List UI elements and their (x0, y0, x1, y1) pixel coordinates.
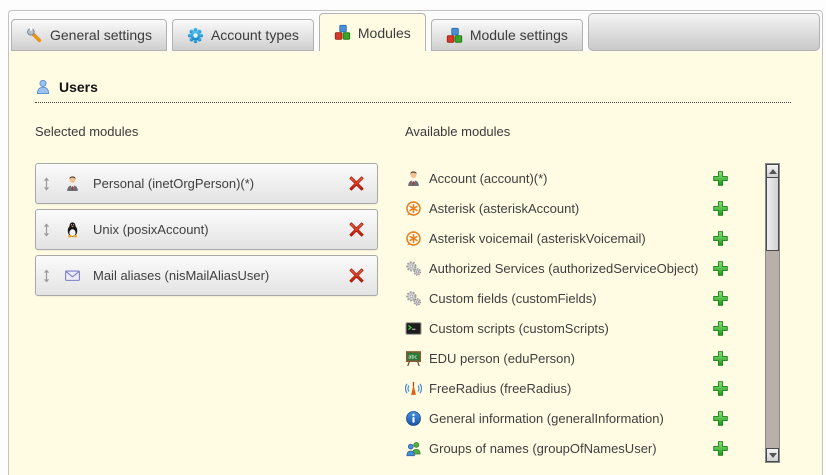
selected-module-row[interactable]: Unix (posixAccount) (35, 209, 378, 250)
available-module-label: Custom fields (customFields) (429, 291, 712, 306)
add-module-button[interactable] (712, 320, 729, 337)
drag-handle-icon[interactable] (42, 177, 51, 191)
tab-label: Module settings (470, 27, 568, 43)
selected-module-row[interactable]: Mail aliases (nisMailAliasUser) (35, 255, 378, 296)
tab-module-settings[interactable]: Module settings (431, 19, 583, 51)
available-module-row: FreeRadius (freeRadius) (405, 373, 765, 403)
tab-label: General settings (50, 27, 152, 43)
scroll-up-button[interactable] (766, 164, 779, 178)
person-icon (405, 170, 422, 187)
selected-modules-list: Personal (inetOrgPerson)(*) Unix (posixAc… (35, 163, 378, 296)
tux-icon (64, 221, 81, 238)
tab-account-types[interactable]: Account types (172, 19, 314, 51)
available-module-row: Authorized Services (authorizedServiceOb… (405, 253, 765, 283)
add-module-button[interactable] (712, 260, 729, 277)
drag-handle-icon[interactable] (42, 223, 51, 237)
tab-label: Modules (358, 25, 411, 41)
available-module-row: abc EDU person (eduPerson) (405, 343, 765, 373)
cubes-icon (446, 27, 463, 44)
modules-panel: Users Selected modules Personal (inetOrg… (9, 79, 822, 463)
available-module-label: Custom scripts (customScripts) (429, 321, 712, 336)
cubes-icon (334, 24, 351, 41)
remove-module-button[interactable] (348, 221, 365, 238)
terminal-icon (405, 320, 422, 337)
add-module-button[interactable] (712, 230, 729, 247)
scrollbar-track[interactable] (766, 251, 779, 448)
selected-module-label: Unix (posixAccount) (93, 222, 348, 237)
available-module-row: Asterisk (asteriskAccount) (405, 193, 765, 223)
available-module-label: Account (account)(*) (429, 171, 712, 186)
gear-icon (187, 27, 204, 44)
info-icon (405, 410, 422, 427)
scroll-down-button[interactable] (766, 448, 779, 462)
scroll-up-icon (769, 169, 777, 174)
tab-general-settings[interactable]: General settings (11, 19, 167, 51)
board-icon: abc (405, 350, 422, 367)
scroll-down-icon (769, 453, 777, 458)
available-modules-list: Account (account)(*) Asterisk (asteriskAc… (405, 163, 765, 463)
scrollbar-thumb[interactable] (766, 178, 779, 251)
selected-module-label: Personal (inetOrgPerson)(*) (93, 176, 348, 191)
asterisk-icon (405, 230, 422, 247)
tab-modules[interactable]: Modules (319, 13, 426, 51)
tab-bar: General settings Account types Modules Modu… (9, 11, 822, 51)
available-module-row: Groups of names (groupOfNamesUser) (405, 433, 765, 463)
add-module-button[interactable] (712, 440, 729, 457)
mail-icon (64, 267, 81, 284)
gears-icon (405, 260, 422, 277)
section-title-label: Users (59, 79, 98, 95)
available-module-label: General information (generalInformation) (429, 411, 712, 426)
available-module-row: Account (account)(*) (405, 163, 765, 193)
tab-label: Account types (211, 27, 299, 43)
remove-module-button[interactable] (348, 267, 365, 284)
drag-handle-icon[interactable] (42, 269, 51, 283)
add-module-button[interactable] (712, 350, 729, 367)
group-icon (405, 440, 422, 457)
selected-module-row[interactable]: Personal (inetOrgPerson)(*) (35, 163, 378, 204)
scrollbar[interactable] (765, 163, 780, 463)
add-module-button[interactable] (712, 410, 729, 427)
user-icon (35, 79, 51, 95)
available-module-row: Custom fields (customFields) (405, 283, 765, 313)
available-module-row: Custom scripts (customScripts) (405, 313, 765, 343)
selected-modules-header: Selected modules (35, 124, 378, 140)
available-module-row: Asterisk voicemail (asteriskVoicemail) (405, 223, 765, 253)
remove-module-button[interactable] (348, 175, 365, 192)
available-module-label: EDU person (eduPerson) (429, 351, 712, 366)
add-module-button[interactable] (712, 170, 729, 187)
radius-icon (405, 380, 422, 397)
available-modules-column: Available modules Account (account)(*) As… (405, 124, 791, 463)
selected-modules-column: Selected modules Personal (inetOrgPerson… (35, 124, 378, 463)
available-module-label: Authorized Services (authorizedServiceOb… (429, 261, 712, 276)
wrench-icon (26, 27, 43, 44)
available-module-label: Groups of names (groupOfNamesUser) (429, 441, 712, 456)
add-module-button[interactable] (712, 290, 729, 307)
person-icon (64, 175, 81, 192)
available-module-label: Asterisk (asteriskAccount) (429, 201, 712, 216)
available-modules-header: Available modules (405, 124, 780, 140)
add-module-button[interactable] (712, 380, 729, 397)
tabbar-filler (588, 13, 820, 51)
add-module-button[interactable] (712, 200, 729, 217)
available-module-label: FreeRadius (freeRadius) (429, 381, 712, 396)
section-header-users: Users (35, 79, 791, 103)
available-module-label: Asterisk voicemail (asteriskVoicemail) (429, 231, 712, 246)
gears-icon (405, 290, 422, 307)
asterisk-icon (405, 200, 422, 217)
svg-text:abc: abc (408, 354, 417, 360)
settings-window: General settings Account types Modules Modu… (8, 10, 823, 475)
available-module-row: General information (generalInformation) (405, 403, 765, 433)
selected-module-label: Mail aliases (nisMailAliasUser) (93, 268, 348, 283)
